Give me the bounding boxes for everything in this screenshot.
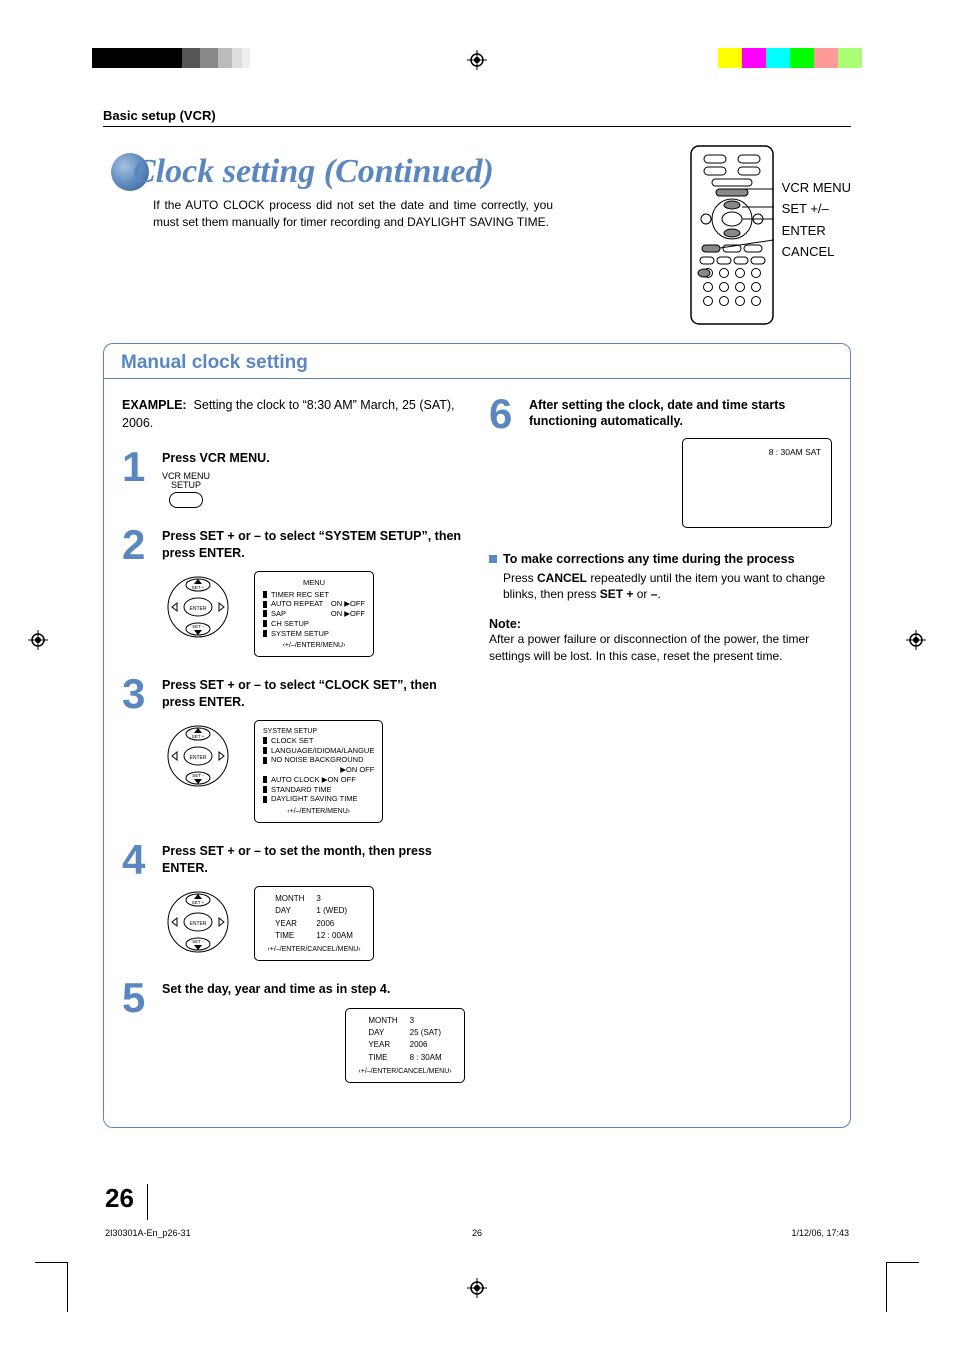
step-3: 3 Press SET + or – to select “CLOCK SET”… [122, 677, 465, 823]
registration-mark-icon [467, 1278, 487, 1298]
print-color-strip-right [718, 48, 862, 68]
section-header: Basic setup (VCR) [103, 108, 851, 123]
osd-system-setup-screen: SYSTEM SETUP CLOCK SET LANGUAGE/IDIOMA/L… [254, 720, 383, 823]
step-instruction: After setting the clock, date and time s… [529, 397, 832, 430]
section-title: Manual clock setting [103, 344, 851, 379]
crop-mark [67, 1262, 68, 1312]
manual-clock-section: Manual clock setting EXAMPLE: Setting th… [103, 343, 851, 1128]
note-heading: Note: [489, 617, 832, 631]
step-number: 2 [122, 528, 152, 657]
osd-menu-screen: MENU TIMER REC SET AUTO REPEATON ▶OFF SA… [254, 571, 374, 658]
remote-label: VCR MENU [782, 177, 851, 198]
step-1: 1 Press VCR MENU. VCR MENU SETUP [122, 450, 465, 508]
remote-label: SET +/– [782, 198, 851, 219]
step-instruction: Press SET + or – to select “CLOCK SET”, … [162, 677, 465, 710]
svg-text:ENTER: ENTER [190, 606, 207, 612]
vcr-menu-button-icon: VCR MENU SETUP [162, 472, 210, 508]
footer-page: 26 [472, 1228, 482, 1238]
svg-text:SET -: SET - [192, 773, 204, 778]
example-text: EXAMPLE: Setting the clock to “8:30 AM” … [122, 397, 465, 432]
svg-text:ENTER: ENTER [190, 755, 207, 761]
nav-pad-icon: ENTER SET + SET - [162, 720, 234, 792]
step-number: 1 [122, 450, 152, 508]
crop-mark [35, 1262, 67, 1263]
step-number: 4 [122, 843, 152, 961]
svg-text:SET +: SET + [192, 900, 205, 905]
osd-final-screen: 8 : 30AM SAT [682, 438, 832, 528]
remote-label: CANCEL [782, 241, 851, 262]
step-2: 2 Press SET + or – to select “SYSTEM SET… [122, 528, 465, 657]
step-instruction: Press SET + or – to set the month, then … [162, 843, 465, 876]
osd-clock-set-screen: MONTH3 DAY1 (WED) YEAR2006 TIME12 : 00AM… [254, 886, 374, 962]
page-number: 26 [105, 1183, 134, 1214]
registration-mark-icon [467, 50, 487, 70]
remote-label: ENTER [782, 220, 851, 241]
corrections-heading: To make corrections any time during the … [489, 552, 832, 566]
svg-text:SET -: SET - [192, 939, 204, 944]
step-5: 5 Set the day, year and time as in step … [122, 981, 465, 1083]
step-6: 6 After setting the clock, date and time… [489, 397, 832, 528]
divider [147, 1184, 148, 1220]
nav-pad-icon: ENTER SET + SET - [162, 571, 234, 643]
print-color-strip-left [92, 48, 250, 68]
page-title: Clock setting (Continued) [103, 155, 670, 189]
footer-filename: 2I30301A-En_p26-31 [105, 1228, 191, 1238]
crop-mark [887, 1262, 919, 1263]
note-body: After a power failure or disconnection o… [489, 631, 832, 665]
step-number: 6 [489, 397, 519, 528]
nav-pad-icon: ENTER SET + SET - [162, 886, 234, 958]
intro-paragraph: If the AUTO CLOCK process did not set th… [153, 197, 553, 231]
svg-text:ENTER: ENTER [190, 921, 207, 927]
step-instruction: Set the day, year and time as in step 4. [162, 981, 465, 997]
registration-mark-icon [906, 630, 926, 650]
corrections-body: Press CANCEL repeatedly until the item y… [503, 570, 832, 604]
page-content: Basic setup (VCR) Clock setting (Continu… [75, 90, 879, 1250]
remote-illustration: VCR MENU SET +/– ENTER CANCEL [690, 145, 851, 325]
step-instruction: Press SET + or – to select “SYSTEM SETUP… [162, 528, 465, 561]
osd-clock-set-screen: MONTH3 DAY25 (SAT) YEAR2006 TIME8 : 30AM… [345, 1008, 465, 1084]
step-number: 3 [122, 677, 152, 823]
bullet-square-icon [489, 555, 497, 563]
footer-date: 1/12/06, 17:43 [791, 1228, 849, 1238]
remote-control-icon [690, 145, 774, 325]
divider [103, 126, 851, 127]
step-4: 4 Press SET + or – to set the month, the… [122, 843, 465, 961]
crop-mark [886, 1262, 887, 1312]
step-number: 5 [122, 981, 152, 1083]
svg-text:SET +: SET + [192, 585, 205, 590]
step-instruction: Press VCR MENU. [162, 450, 465, 466]
svg-text:SET +: SET + [192, 734, 205, 739]
registration-mark-icon [28, 630, 48, 650]
svg-text:SET -: SET - [192, 624, 204, 629]
title-text: Clock setting (Continued) [133, 153, 494, 190]
